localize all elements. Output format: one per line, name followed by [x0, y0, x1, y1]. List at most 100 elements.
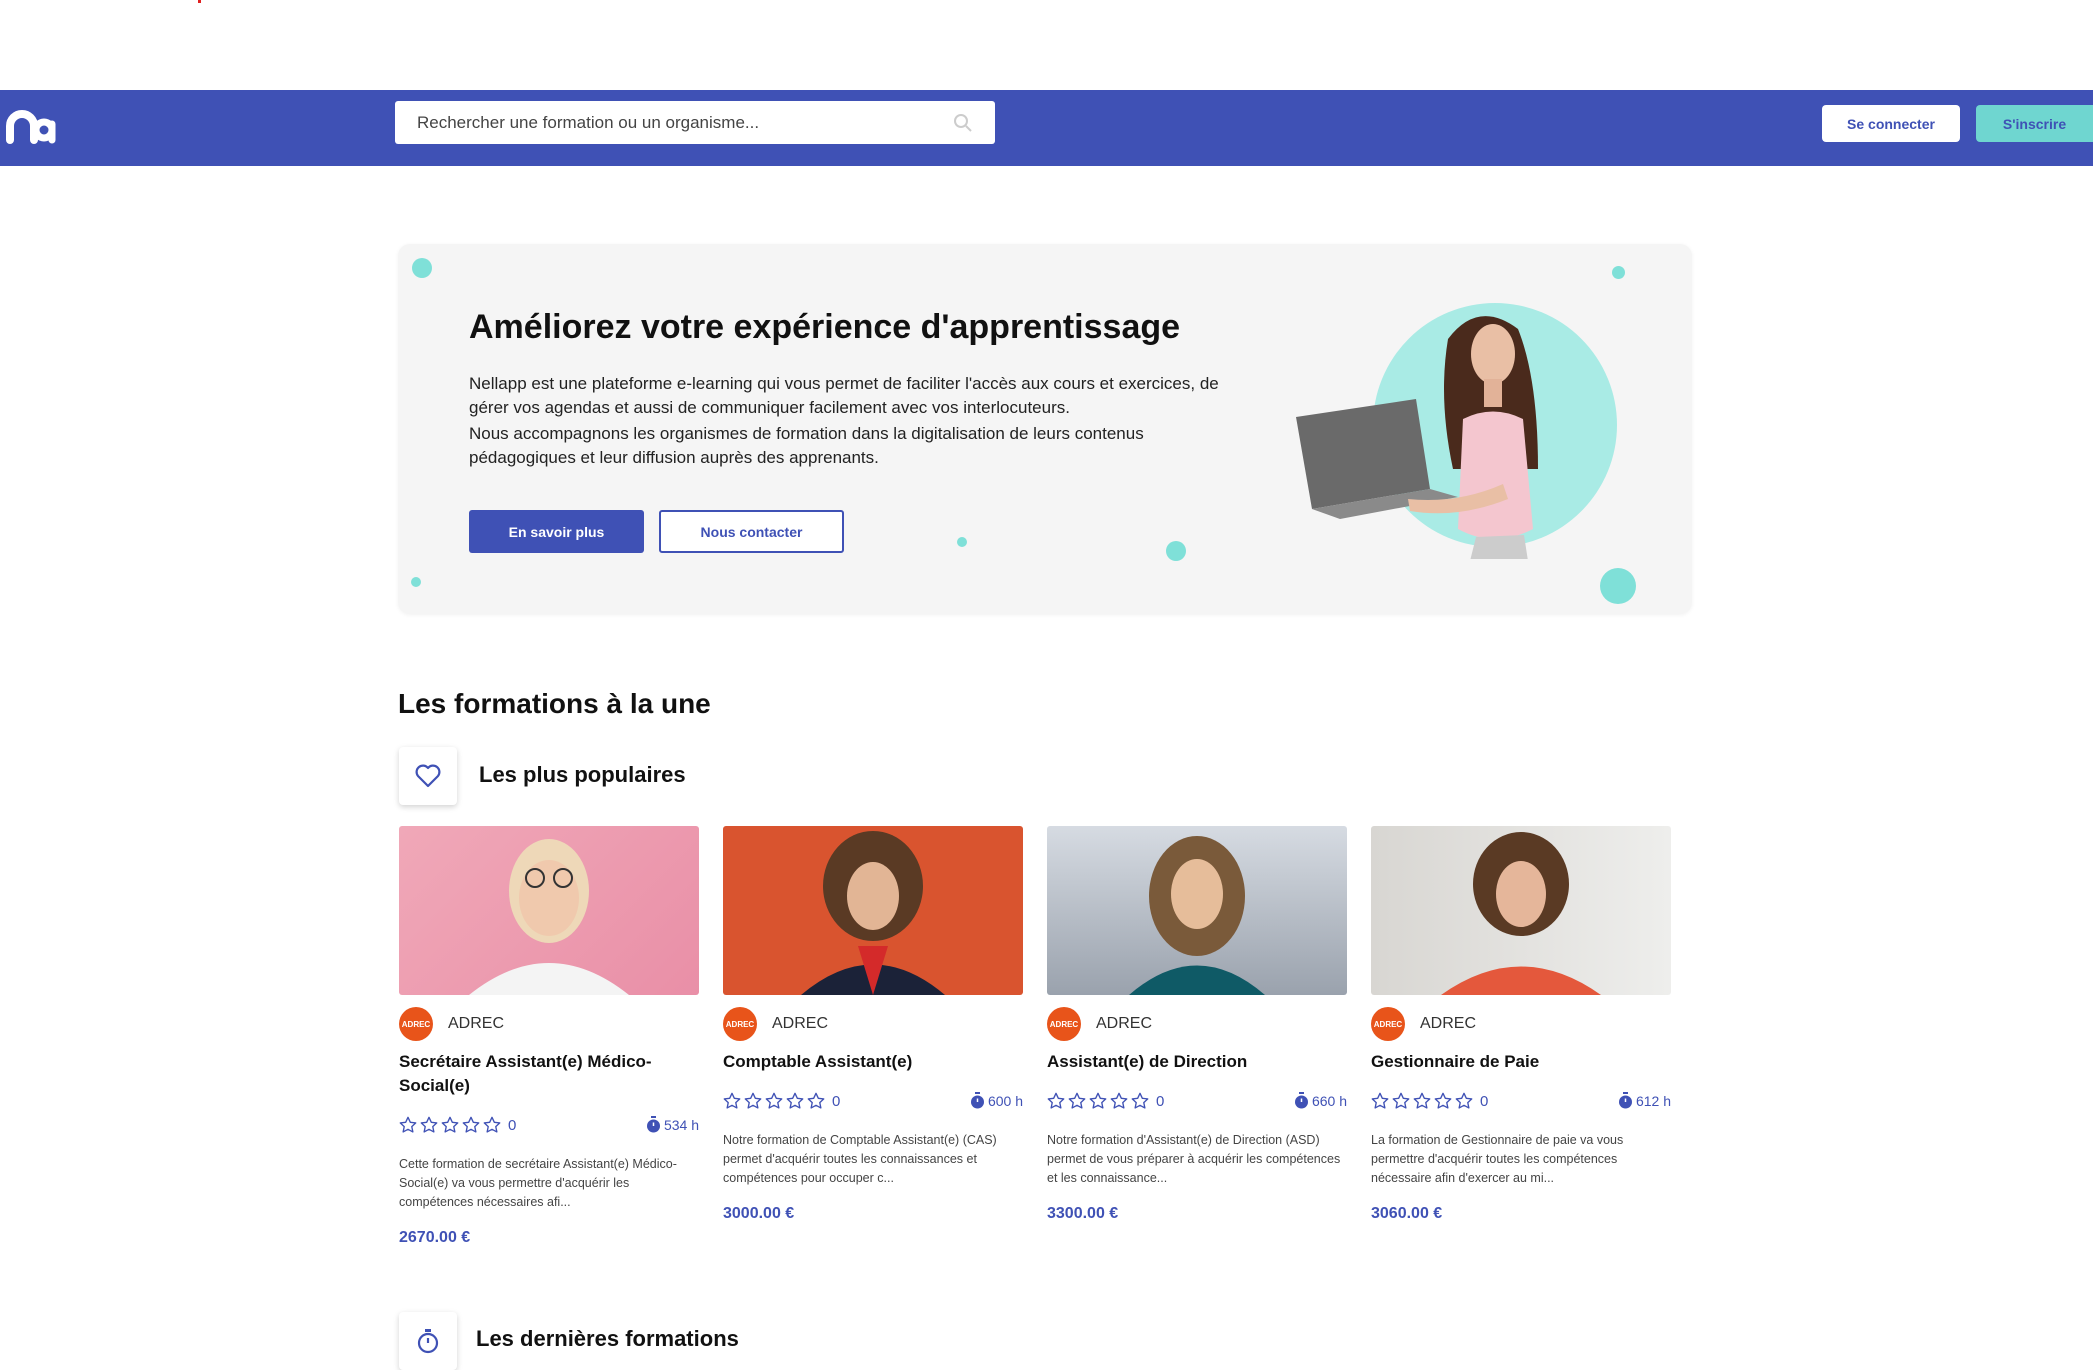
star-icon	[1371, 1092, 1389, 1109]
org-logo: ADREC	[723, 1007, 757, 1041]
duration-value: 660 h	[1311, 1092, 1347, 1109]
star-icon	[786, 1092, 804, 1109]
login-button[interactable]: Se connecter	[1822, 105, 1960, 142]
star-icon	[399, 1116, 417, 1133]
rating-count: 0	[508, 1116, 517, 1134]
top-navbar: Rechercher une formation ou un organisme…	[0, 90, 2093, 166]
course-thumbnail[interactable]	[399, 826, 699, 995]
stopwatch-icon	[1294, 1092, 1308, 1109]
course-thumbnail[interactable]	[723, 826, 1023, 995]
course-card[interactable]: ADREC ADREC Assistant(e) de Direction 0 …	[1047, 826, 1347, 1266]
popular-section-title: Les plus populaires	[479, 762, 686, 787]
rating: 0	[1047, 1092, 1164, 1110]
decor-dot	[412, 258, 432, 278]
star-icon	[1455, 1092, 1473, 1109]
star-icon	[1110, 1092, 1128, 1109]
star-icon	[1089, 1092, 1107, 1109]
org-info: ADREC ADREC	[1371, 1007, 1476, 1041]
stopwatch-icon	[970, 1092, 984, 1109]
rating-count: 0	[1156, 1092, 1165, 1110]
org-name[interactable]: ADREC	[1420, 1015, 1476, 1033]
hero-illustration	[1288, 299, 1618, 561]
star-icon	[807, 1092, 825, 1109]
org-name[interactable]: ADREC	[772, 1015, 828, 1033]
course-title[interactable]: Comptable Assistant(e)	[723, 1050, 1023, 1074]
hero-paragraph: Nellapp est une plateforme e-learning qu…	[469, 374, 1219, 417]
course-price: 3060.00 €	[1371, 1205, 1443, 1222]
heart-icon	[415, 764, 441, 788]
decor-dot	[411, 577, 421, 587]
course-price: 2670.00 €	[399, 1229, 471, 1246]
course-title[interactable]: Assistant(e) de Direction	[1047, 1050, 1347, 1074]
star-icon	[462, 1116, 480, 1133]
org-logo: ADREC	[1371, 1007, 1405, 1041]
course-card[interactable]: ADREC ADREC Gestionnaire de Paie 0 612 h…	[1371, 826, 1671, 1266]
search-icon[interactable]	[953, 113, 973, 133]
course-card[interactable]: ADREC ADREC Secrétaire Assistant(e) Médi…	[399, 826, 699, 1266]
latest-section-title: Les dernières formations	[476, 1326, 739, 1351]
star-icon	[723, 1092, 741, 1109]
org-logo: ADREC	[399, 1007, 433, 1041]
decor-dot	[1166, 541, 1186, 561]
rating: 0	[723, 1092, 840, 1110]
signup-button[interactable]: S'inscrire	[1976, 105, 2093, 142]
learn-more-button[interactable]: En savoir plus	[469, 510, 644, 553]
featured-section-title: Les formations à la une	[398, 688, 711, 719]
stopwatch-icon	[646, 1116, 660, 1133]
course-description: Notre formation de Comptable Assistant(e…	[723, 1133, 997, 1185]
course-duration: 534 h	[646, 1116, 699, 1133]
course-title[interactable]: Gestionnaire de Paie	[1371, 1050, 1671, 1074]
course-duration: 612 h	[1618, 1092, 1671, 1109]
rating: 0	[399, 1116, 516, 1134]
corner-marker	[198, 0, 201, 3]
duration-value: 600 h	[987, 1092, 1023, 1109]
star-icon	[1392, 1092, 1410, 1109]
rating-count: 0	[1480, 1092, 1489, 1110]
org-info: ADREC ADREC	[399, 1007, 504, 1041]
course-duration: 600 h	[970, 1092, 1023, 1109]
stopwatch-icon	[417, 1329, 439, 1354]
course-description: Cette formation de secrétaire Assistant(…	[399, 1157, 677, 1209]
hero-banner: Améliorez votre expérience d'apprentissa…	[398, 244, 1692, 614]
popular-category-box	[399, 747, 457, 805]
org-logo: ADREC	[1047, 1007, 1081, 1041]
org-info: ADREC ADREC	[1047, 1007, 1152, 1041]
hero-paragraph: Nous accompagnons les organismes de form…	[469, 424, 1144, 467]
latest-category-box	[399, 1312, 457, 1370]
star-icon	[1068, 1092, 1086, 1109]
star-icon	[744, 1092, 762, 1109]
decor-dot	[957, 537, 967, 547]
decor-dot	[1600, 568, 1636, 604]
course-card[interactable]: ADREC ADREC Comptable Assistant(e) 0 600…	[723, 826, 1023, 1266]
star-icon	[1434, 1092, 1452, 1109]
star-icon	[483, 1116, 501, 1133]
course-price: 3300.00 €	[1047, 1205, 1119, 1222]
search-placeholder: Rechercher une formation ou un organisme…	[417, 112, 760, 132]
hero-title: Améliorez votre expérience d'apprentissa…	[469, 308, 1181, 346]
star-icon	[441, 1116, 459, 1133]
star-icon	[1413, 1092, 1431, 1109]
duration-value: 612 h	[1635, 1092, 1671, 1109]
duration-value: 534 h	[663, 1116, 699, 1133]
search-input[interactable]: Rechercher une formation ou un organisme…	[395, 101, 995, 144]
stopwatch-icon	[1618, 1092, 1632, 1109]
rating: 0	[1371, 1092, 1488, 1110]
org-info: ADREC ADREC	[723, 1007, 828, 1041]
course-description: La formation de Gestionnaire de paie va …	[1371, 1133, 1624, 1185]
org-name[interactable]: ADREC	[1096, 1015, 1152, 1033]
course-duration: 660 h	[1294, 1092, 1347, 1109]
org-name[interactable]: ADREC	[448, 1015, 504, 1033]
star-icon	[420, 1116, 438, 1133]
course-description: Notre formation d'Assistant(e) de Direct…	[1047, 1133, 1341, 1185]
contact-button[interactable]: Nous contacter	[659, 510, 844, 553]
course-thumbnail[interactable]	[1047, 826, 1347, 995]
nellapp-logo[interactable]	[5, 104, 58, 150]
rating-count: 0	[832, 1092, 841, 1110]
star-icon	[1047, 1092, 1065, 1109]
star-icon	[1131, 1092, 1149, 1109]
decor-dot	[1612, 266, 1625, 279]
course-thumbnail[interactable]	[1371, 826, 1671, 995]
star-icon	[765, 1092, 783, 1109]
course-title[interactable]: Secrétaire Assistant(e) Médico-Social(e)	[399, 1050, 699, 1098]
course-price: 3000.00 €	[723, 1205, 795, 1222]
